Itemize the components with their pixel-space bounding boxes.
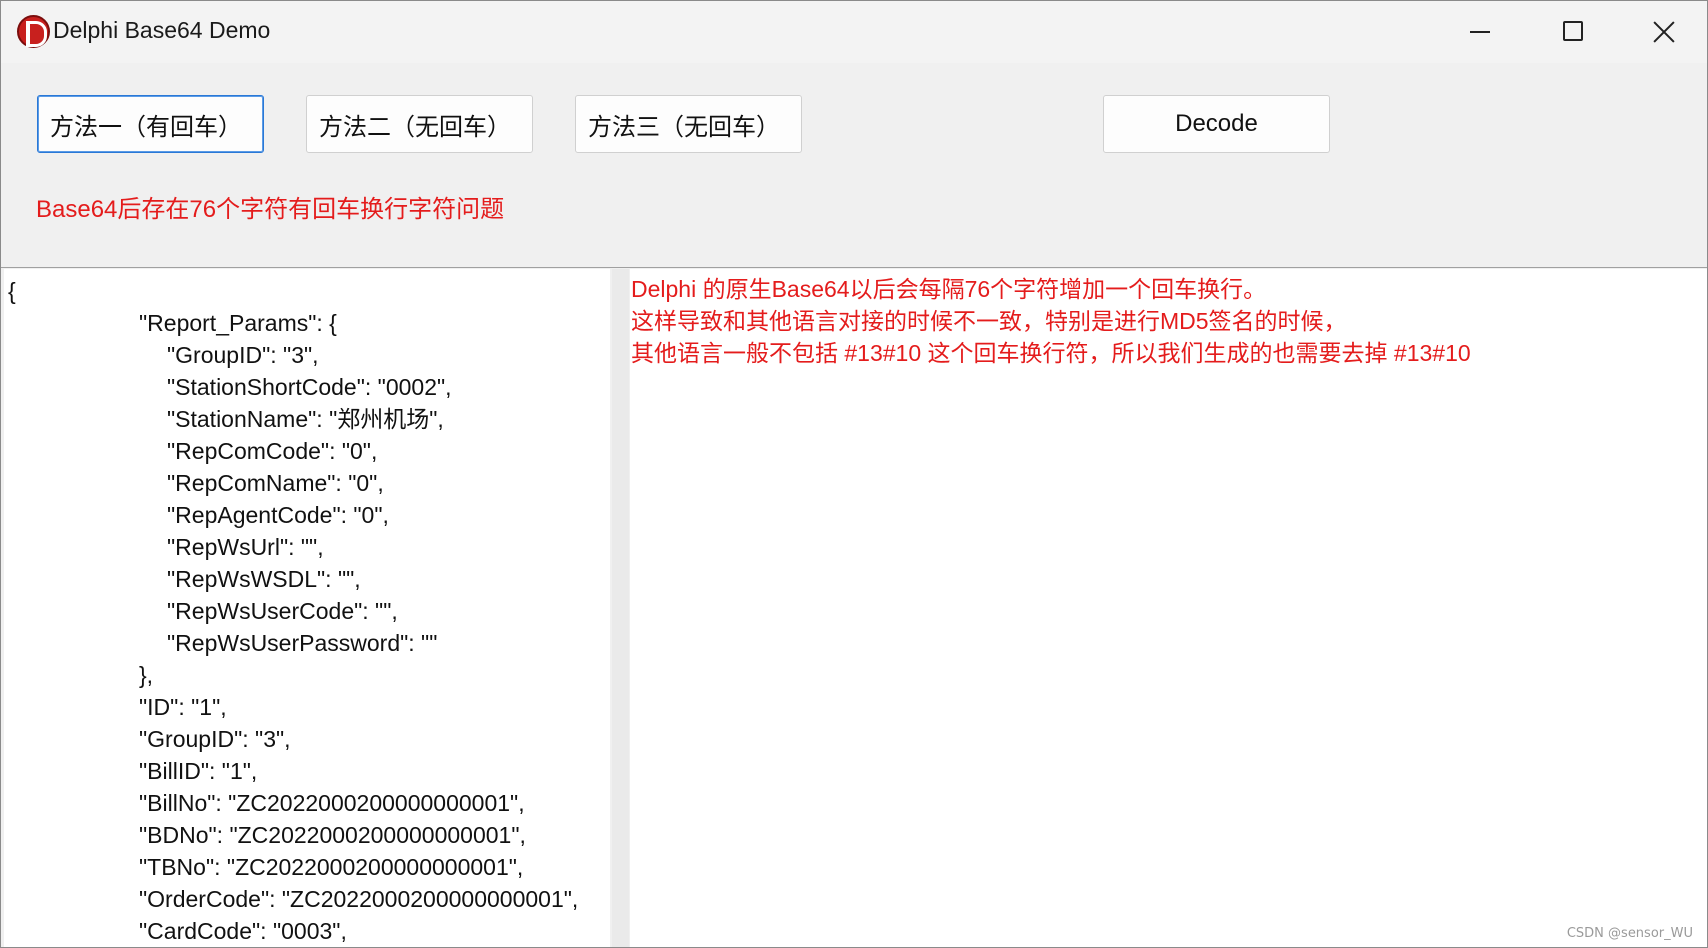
memo-line: { — [8, 278, 16, 304]
notes-line: 其他语言一般不包括 #13#10 这个回车换行符，所以我们生成的也需要去掉 #1… — [631, 340, 1471, 366]
memo-line: "BillNo": "ZC2022000200000000001", — [139, 790, 525, 816]
memo-line: "RepAgentCode": "0", — [167, 502, 389, 528]
method3-button[interactable]: 方法三（无回车） — [575, 95, 802, 153]
notes-memo[interactable]: Delphi 的原生Base64以后会每隔76个字符增加一个回车换行。 这样导致… — [630, 269, 1707, 947]
maximize-icon — [1563, 21, 1583, 41]
minimize-button[interactable] — [1434, 1, 1526, 63]
memo-line: "BillID": "1", — [139, 758, 258, 784]
memo-line: "GroupID": "3", — [139, 726, 291, 752]
memo-line: }, — [139, 662, 154, 688]
memo-line: "CardCode": "0003", — [139, 918, 347, 944]
memo-line: "GroupID": "3", — [167, 342, 319, 368]
status-note: Base64后存在76个字符有回车换行字符问题 — [36, 196, 505, 223]
memo-line: "Report_Params": { — [139, 310, 337, 336]
notes-line: Delphi 的原生Base64以后会每隔76个字符增加一个回车换行。 — [631, 276, 1267, 302]
maximize-button[interactable] — [1526, 1, 1618, 63]
json-memo-scrollbar[interactable] — [612, 269, 629, 947]
title-bar[interactable]: Delphi Base64 Demo — [1, 1, 1707, 63]
memo-line: "OrderCode": "ZC2022000200000000001", — [139, 886, 579, 912]
close-button[interactable] — [1618, 1, 1707, 63]
memo-line: "BDNo": "ZC2022000200000000001", — [139, 822, 526, 848]
memo-line: "RepComCode": "0", — [167, 438, 378, 464]
memo-line: "TBNo": "ZC2022000200000000001", — [139, 854, 524, 880]
toolbar-panel: 方法一（有回车） 方法二（无回车） 方法三（无回车） Decode Base64… — [1, 63, 1707, 268]
method1-button[interactable]: 方法一（有回车） — [37, 95, 264, 153]
memo-line: "ID": "1", — [139, 694, 227, 720]
notes-line: 这样导致和其他语言对接的时候不一致，特别是进行MD5签名的时候， — [631, 308, 1347, 334]
window-title: Delphi Base64 Demo — [53, 17, 271, 43]
memo-line: "RepWsUserCode": "", — [167, 598, 398, 624]
method2-button[interactable]: 方法二（无回车） — [306, 95, 533, 153]
json-memo[interactable]: { "Report_Params": { "GroupID": "3", "St… — [4, 269, 610, 947]
decode-button[interactable]: Decode — [1103, 95, 1330, 153]
memo-line: "RepWsUserPassword": "" — [167, 630, 438, 656]
watermark-text: CSDN @sensor_WU — [1566, 926, 1693, 941]
memo-line: "RepComName": "0", — [167, 470, 384, 496]
delphi-logo-icon — [17, 15, 50, 48]
app-window: Delphi Base64 Demo 方法一（有回车） 方法二（无回车） 方法三… — [0, 0, 1708, 948]
memo-line: "StationShortCode": "0002", — [167, 374, 452, 400]
memo-line: "RepWsWSDL": "", — [167, 566, 361, 592]
memo-line: "StationName": "郑州机场", — [167, 406, 444, 432]
minimize-icon — [1470, 31, 1490, 33]
close-icon — [1652, 19, 1676, 43]
memo-line: "RepWsUrl": "", — [167, 534, 324, 560]
